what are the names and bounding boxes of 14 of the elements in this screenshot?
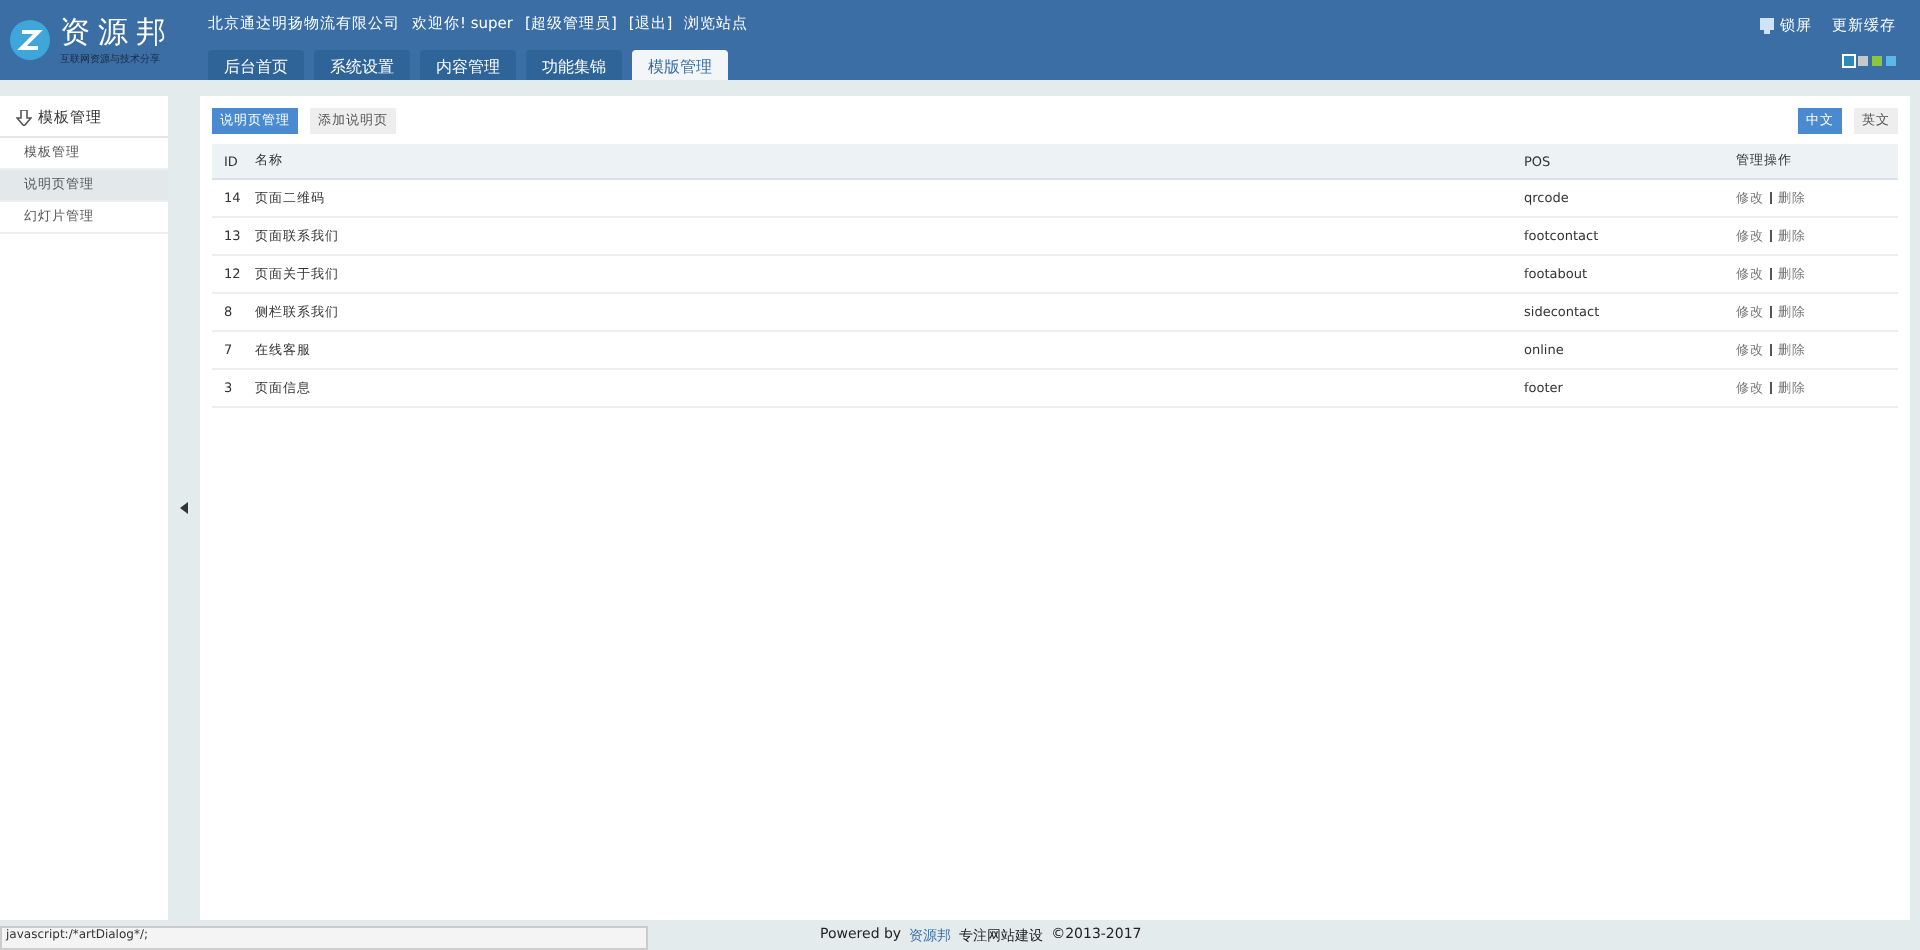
theme-swatch[interactable] [1858,56,1868,66]
nav-tab[interactable]: 功能集锦 [526,50,622,80]
nav-tab[interactable]: 系统设置 [314,50,410,80]
logo-icon [8,18,52,62]
down-arrow-icon [16,110,32,126]
monitor-icon [1760,18,1774,34]
theme-swatch[interactable] [1872,56,1882,66]
nav-tab[interactable]: 后台首页 [208,50,304,80]
theme-swatch[interactable] [1886,56,1896,66]
nav-tab[interactable]: 模版管理 [632,50,728,80]
collapse-arrow-icon [180,502,188,514]
logo-title: 资源邦 [60,14,174,52]
nav-tab[interactable]: 内容管理 [420,50,516,80]
theme-swatch[interactable] [1844,56,1854,66]
